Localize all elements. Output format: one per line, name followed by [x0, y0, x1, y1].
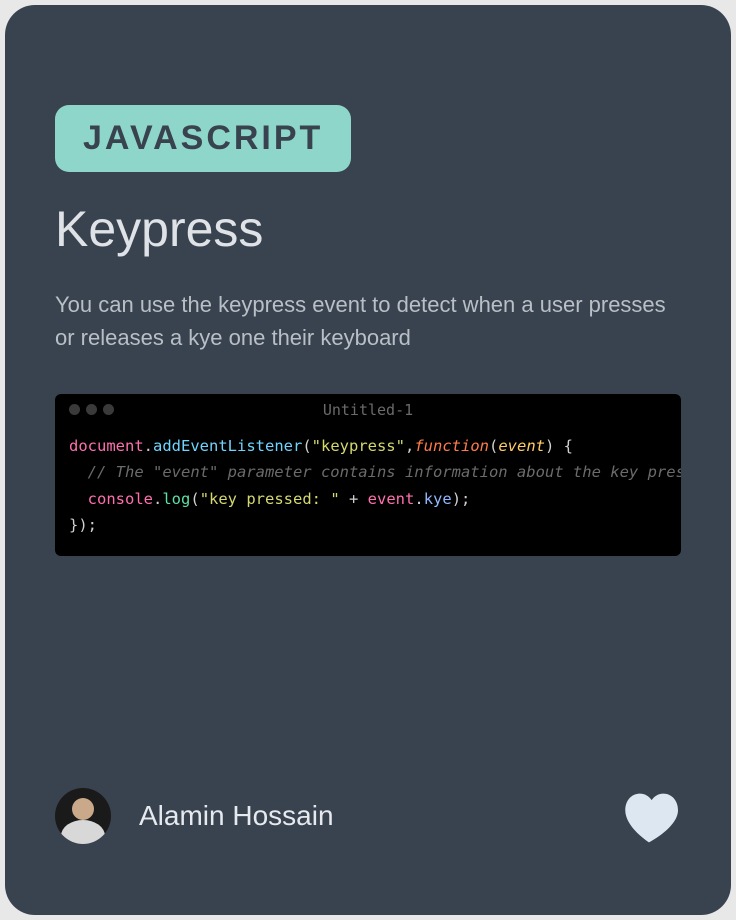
card-footer: Alamin Hossain	[55, 787, 681, 845]
code-block: document.addEventListener("keypress",fun…	[55, 425, 681, 538]
code-token: +	[340, 490, 368, 508]
editor-titlebar: Untitled-1	[55, 394, 681, 425]
author-block: Alamin Hossain	[55, 788, 334, 844]
code-token: kye	[424, 490, 452, 508]
code-token: (	[190, 490, 199, 508]
content-card: JAVASCRIPT Keypress You can use the keyp…	[5, 5, 731, 915]
avatar	[55, 788, 111, 844]
code-token: (	[489, 437, 498, 455]
page-title: Keypress	[55, 200, 681, 258]
code-token: .	[414, 490, 423, 508]
code-token: event	[368, 490, 415, 508]
code-token: .	[153, 490, 162, 508]
code-token: )	[452, 490, 461, 508]
code-token: function	[414, 437, 489, 455]
code-token: addEventListener	[153, 437, 302, 455]
code-token: ;	[461, 490, 470, 508]
code-token: )	[545, 437, 554, 455]
code-token: {	[554, 437, 573, 455]
code-editor: Untitled-1 document.addEventListener("ke…	[55, 394, 681, 556]
author-name: Alamin Hossain	[139, 800, 334, 832]
code-token: (	[302, 437, 311, 455]
code-token: log	[162, 490, 190, 508]
code-token: console	[88, 490, 153, 508]
code-comment: // The "event" parameter contains inform…	[88, 463, 681, 481]
heart-icon	[617, 787, 681, 845]
code-token: "keypress"	[312, 437, 405, 455]
code-token: });	[69, 516, 97, 534]
code-token: event	[498, 437, 545, 455]
code-token: "key pressed: "	[200, 490, 340, 508]
description-text: You can use the keypress event to detect…	[55, 288, 681, 354]
code-token: .	[144, 437, 153, 455]
code-token: document	[69, 437, 144, 455]
language-badge: JAVASCRIPT	[55, 105, 351, 172]
editor-filename: Untitled-1	[55, 401, 681, 419]
code-token: ,	[405, 437, 414, 455]
